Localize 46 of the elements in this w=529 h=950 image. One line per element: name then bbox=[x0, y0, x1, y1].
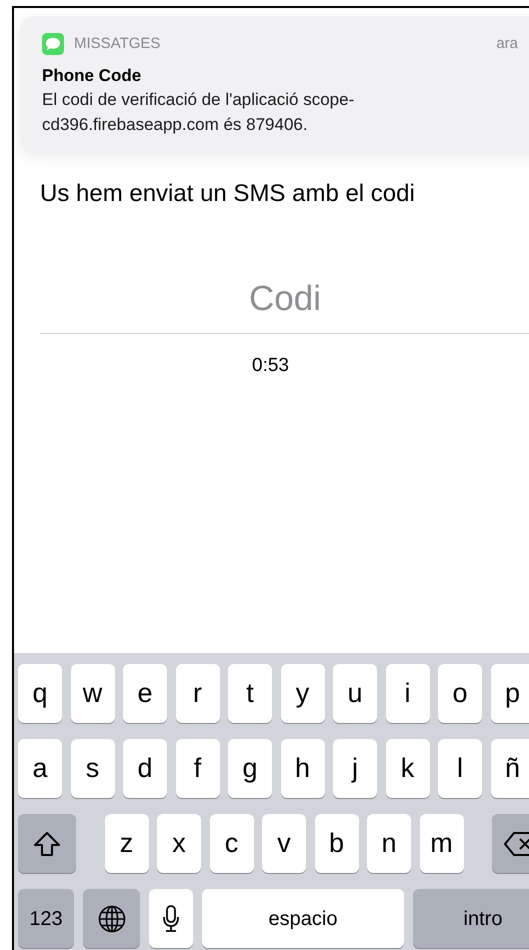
letter-key[interactable]: i bbox=[386, 664, 430, 723]
letter-key[interactable]: r bbox=[176, 664, 220, 723]
letter-key[interactable]: u bbox=[333, 664, 377, 723]
letter-key[interactable]: g bbox=[228, 739, 272, 798]
app-name: MISSATGES bbox=[74, 34, 160, 54]
letter-key[interactable]: j bbox=[333, 739, 377, 798]
notification-time: ara bbox=[495, 34, 518, 54]
microphone-icon bbox=[162, 904, 180, 932]
letter-key[interactable]: c bbox=[210, 814, 254, 873]
letter-key[interactable]: t bbox=[228, 664, 272, 723]
letter-key[interactable]: e bbox=[123, 664, 167, 723]
letter-key[interactable]: s bbox=[70, 739, 114, 798]
backspace-icon bbox=[504, 830, 529, 856]
return-key[interactable]: intro bbox=[413, 889, 529, 948]
letter-key[interactable]: n bbox=[367, 814, 411, 873]
globe-key[interactable] bbox=[83, 889, 140, 948]
notification-message: El codi de verificació de l'aplicació scope-cd396.firebaseapp.com és 879406. bbox=[42, 89, 356, 136]
space-key[interactable]: espacio bbox=[202, 889, 404, 948]
countdown-timer: 0:53 bbox=[252, 354, 289, 378]
letter-key[interactable]: b bbox=[314, 814, 358, 873]
letter-key[interactable]: k bbox=[386, 739, 430, 798]
speech-bubble-icon bbox=[42, 30, 64, 58]
letter-key[interactable]: o bbox=[438, 664, 482, 723]
letter-key[interactable]: h bbox=[280, 739, 324, 798]
letter-key[interactable]: f bbox=[176, 739, 220, 798]
page-heading: Us hem enviat un SMS amb el codi bbox=[40, 179, 416, 209]
letter-key[interactable]: l bbox=[438, 739, 482, 798]
notification-card[interactable]: MISSATGES ara Phone Code El codi de verificació de l'aplicació scope-cd396.firebaseapp.com és 879406. bbox=[20, 16, 529, 153]
globe-icon bbox=[98, 904, 126, 932]
numbers-key[interactable]: 123 bbox=[18, 889, 74, 948]
letter-key[interactable]: z bbox=[104, 814, 148, 873]
shift-key[interactable] bbox=[18, 814, 76, 873]
letter-key[interactable]: q bbox=[18, 664, 62, 723]
letter-key[interactable]: p bbox=[490, 664, 529, 723]
microphone-key[interactable] bbox=[149, 889, 193, 948]
code-field[interactable]: Codi bbox=[40, 264, 529, 334]
letter-key[interactable]: v bbox=[262, 814, 306, 873]
letter-key[interactable]: x bbox=[157, 814, 201, 873]
letter-key[interactable]: m bbox=[420, 814, 464, 873]
letter-key[interactable]: ñ bbox=[490, 739, 529, 798]
notification-title: Phone Code bbox=[42, 65, 142, 87]
letter-key[interactable]: w bbox=[70, 664, 114, 723]
letter-key[interactable]: a bbox=[18, 739, 62, 798]
letter-key[interactable]: d bbox=[123, 739, 167, 798]
up-arrow-icon bbox=[33, 830, 61, 856]
letter-key[interactable]: y bbox=[280, 664, 324, 723]
